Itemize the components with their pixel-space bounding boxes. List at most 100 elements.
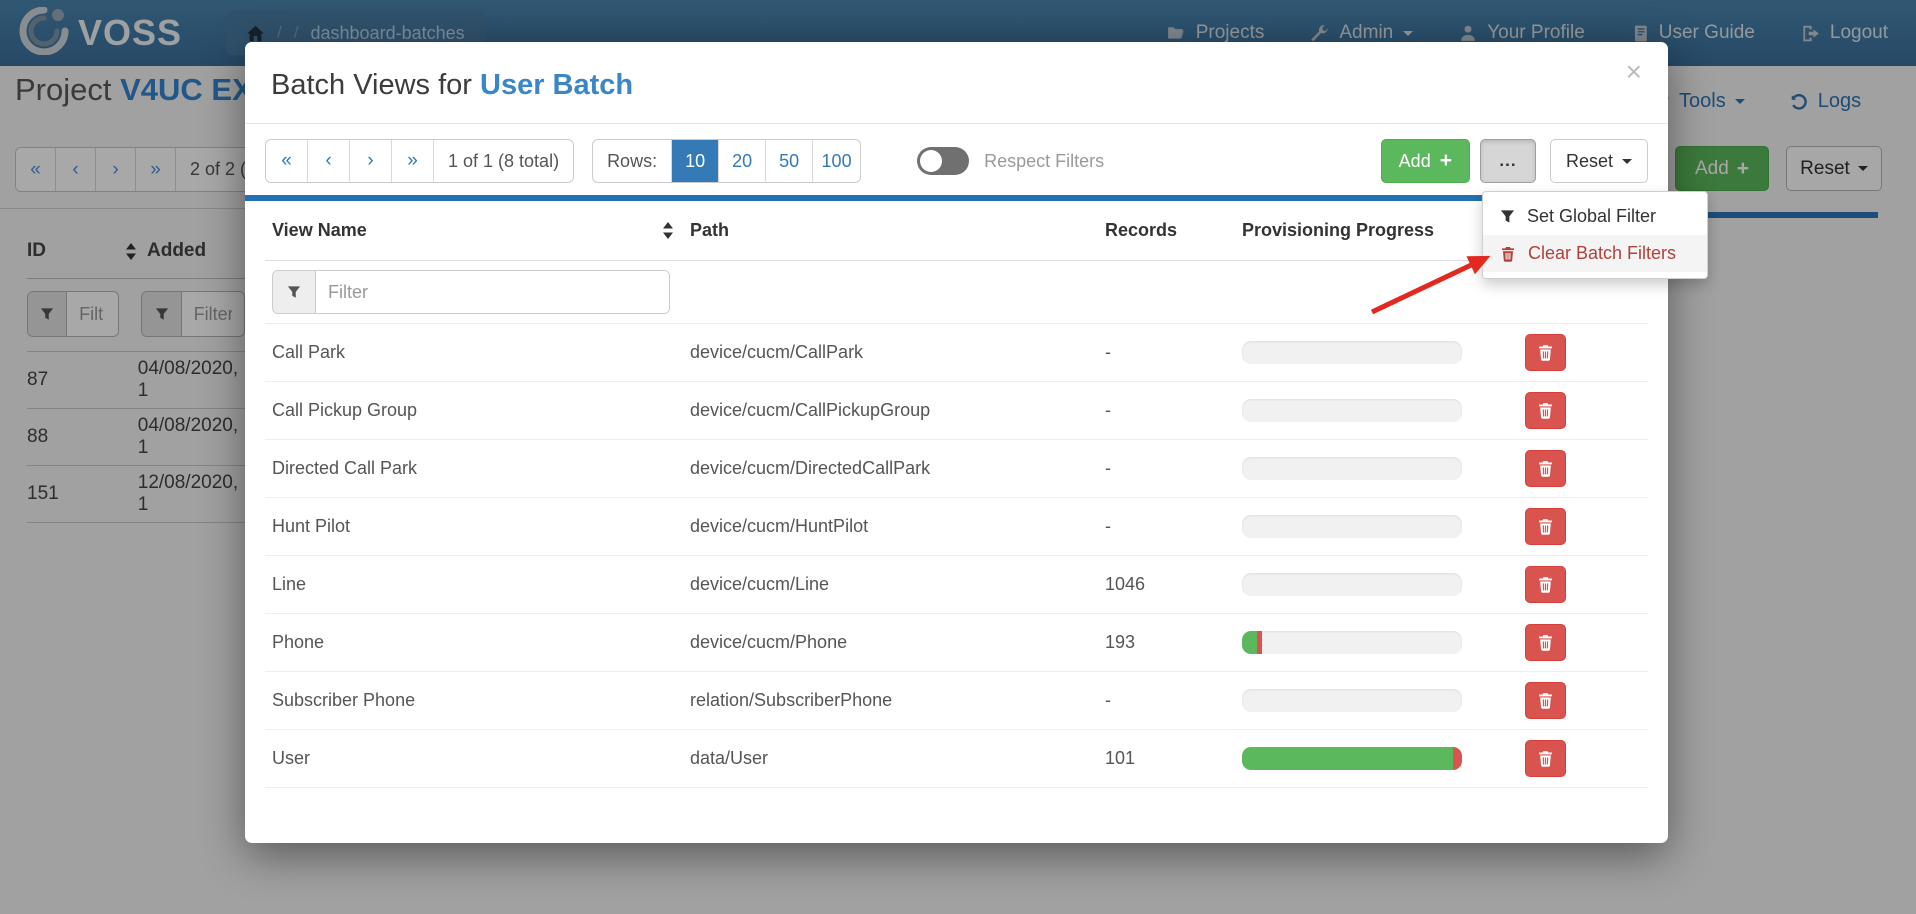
records-cell: 193 <box>1105 632 1242 653</box>
rows-option-50[interactable]: 50 <box>766 140 813 182</box>
view-name-filter-group <box>272 270 670 314</box>
rows-option-10[interactable]: 10 <box>672 140 719 182</box>
table-row: User data/User 101 <box>265 730 1648 788</box>
delete-view-button[interactable] <box>1525 740 1566 777</box>
delete-view-button[interactable] <box>1525 682 1566 719</box>
set-global-filter-item[interactable]: Set Global Filter <box>1483 198 1707 235</box>
more-actions-dropdown: Set Global Filter Clear Batch Filters <box>1482 191 1708 279</box>
rows-per-page-selector: Rows: 10 20 50 100 <box>592 139 861 183</box>
more-actions-button[interactable]: ... <box>1480 139 1536 183</box>
reset-button[interactable]: Reset <box>1550 139 1648 183</box>
first-page-button[interactable]: « <box>266 140 308 182</box>
view-name-cell: Phone <box>265 632 690 653</box>
batch-views-modal: Batch Views for User Batch × « ‹ › » 1 o… <box>245 42 1668 843</box>
provisioning-progress-bar <box>1242 631 1462 654</box>
view-name-cell: User <box>265 748 690 769</box>
rows-label: Rows: <box>593 140 672 182</box>
records-cell: 101 <box>1105 748 1242 769</box>
path-cell: device/cucm/HuntPilot <box>690 516 1105 537</box>
delete-view-button[interactable] <box>1525 566 1566 603</box>
previous-page-button[interactable]: ‹ <box>308 140 350 182</box>
table-row: Call Park device/cucm/CallPark - <box>265 324 1648 382</box>
path-cell: device/cucm/Line <box>690 574 1105 595</box>
records-cell: - <box>1105 458 1242 479</box>
delete-view-button[interactable] <box>1525 508 1566 545</box>
rows-option-20[interactable]: 20 <box>719 140 766 182</box>
column-header-records: Records <box>1105 220 1242 241</box>
next-page-button[interactable]: › <box>350 140 392 182</box>
batch-views-table-header: View Name Path Records Provisioning Prog… <box>265 201 1648 261</box>
clear-batch-filters-item[interactable]: Clear Batch Filters <box>1483 235 1707 272</box>
trash-icon <box>1537 402 1554 419</box>
filter-icon[interactable] <box>273 271 316 313</box>
filter-icon <box>1500 209 1515 224</box>
progress-error-segment <box>1257 631 1261 654</box>
path-cell: device/cucm/DirectedCallPark <box>690 458 1105 479</box>
modal-header: Batch Views for User Batch × <box>245 42 1668 124</box>
set-global-filter-label: Set Global Filter <box>1527 206 1656 227</box>
respect-filters-label: Respect Filters <box>984 151 1104 172</box>
batch-views-table: View Name Path Records Provisioning Prog… <box>245 201 1668 788</box>
path-cell: relation/SubscriberPhone <box>690 690 1105 711</box>
trash-icon <box>1537 634 1554 651</box>
table-row: Directed Call Park device/cucm/DirectedC… <box>265 440 1648 498</box>
path-cell: device/cucm/CallPark <box>690 342 1105 363</box>
chevron-down-icon <box>1622 159 1632 164</box>
path-cell: device/cucm/Phone <box>690 632 1105 653</box>
trash-icon <box>1537 344 1554 361</box>
trash-icon <box>1537 750 1554 767</box>
page-status: 1 of 1 (8 total) <box>434 140 573 182</box>
rows-option-100[interactable]: 100 <box>813 140 860 182</box>
batch-views-table-body: Call Park device/cucm/CallPark - Call Pi… <box>265 324 1648 788</box>
provisioning-progress-bar <box>1242 515 1462 538</box>
trash-icon <box>1537 576 1554 593</box>
table-row: Subscriber Phone relation/SubscriberPhon… <box>265 672 1648 730</box>
close-icon[interactable]: × <box>1626 56 1642 88</box>
view-name-filter-row <box>265 261 1648 324</box>
provisioning-progress-bar <box>1242 747 1462 770</box>
trash-icon <box>1537 692 1554 709</box>
table-row: Phone device/cucm/Phone 193 <box>265 614 1648 672</box>
records-cell: - <box>1105 400 1242 421</box>
view-name-cell: Line <box>265 574 690 595</box>
trash-icon <box>1537 460 1554 477</box>
plus-icon: + <box>1440 149 1452 173</box>
modal-pagination: « ‹ › » 1 of 1 (8 total) <box>265 139 574 183</box>
records-cell: 1046 <box>1105 574 1242 595</box>
delete-view-button[interactable] <box>1525 624 1566 661</box>
delete-view-button[interactable] <box>1525 450 1566 487</box>
delete-view-button[interactable] <box>1525 392 1566 429</box>
toggle-knob <box>920 150 942 172</box>
last-page-button[interactable]: » <box>392 140 434 182</box>
delete-view-button[interactable] <box>1525 334 1566 371</box>
respect-filters-toggle[interactable] <box>917 147 969 175</box>
provisioning-progress-bar <box>1242 457 1462 480</box>
view-name-cell: Subscriber Phone <box>265 690 690 711</box>
modal-toolbar: « ‹ › » 1 of 1 (8 total) Rows: 10 20 50 … <box>245 124 1668 195</box>
records-cell: - <box>1105 690 1242 711</box>
view-name-cell: Directed Call Park <box>265 458 690 479</box>
modal-title-batch-name: User Batch <box>480 69 633 101</box>
modal-title-prefix: Batch Views for <box>271 69 480 101</box>
provisioning-progress-bar <box>1242 689 1462 712</box>
add-view-button[interactable]: Add + <box>1381 139 1470 183</box>
table-row: Call Pickup Group device/cucm/CallPickup… <box>265 382 1648 440</box>
trash-icon <box>1500 246 1516 262</box>
respect-filters-control: Respect Filters <box>917 147 1104 175</box>
view-name-cell: Call Park <box>265 342 690 363</box>
progress-success-segment <box>1242 631 1257 654</box>
sort-icon <box>662 222 674 239</box>
progress-success-segment <box>1242 747 1453 770</box>
view-name-header-label: View Name <box>272 220 367 241</box>
column-header-path: Path <box>690 220 1105 241</box>
trash-icon <box>1537 518 1554 535</box>
view-name-filter-input[interactable] <box>316 271 669 313</box>
modal-title: Batch Views for User Batch <box>271 69 1642 102</box>
progress-error-segment <box>1453 747 1462 770</box>
reset-label: Reset <box>1566 151 1613 172</box>
column-header-view-name[interactable]: View Name <box>265 220 690 241</box>
records-cell: - <box>1105 342 1242 363</box>
table-row: Line device/cucm/Line 1046 <box>265 556 1648 614</box>
provisioning-progress-bar <box>1242 573 1462 596</box>
path-cell: device/cucm/CallPickupGroup <box>690 400 1105 421</box>
